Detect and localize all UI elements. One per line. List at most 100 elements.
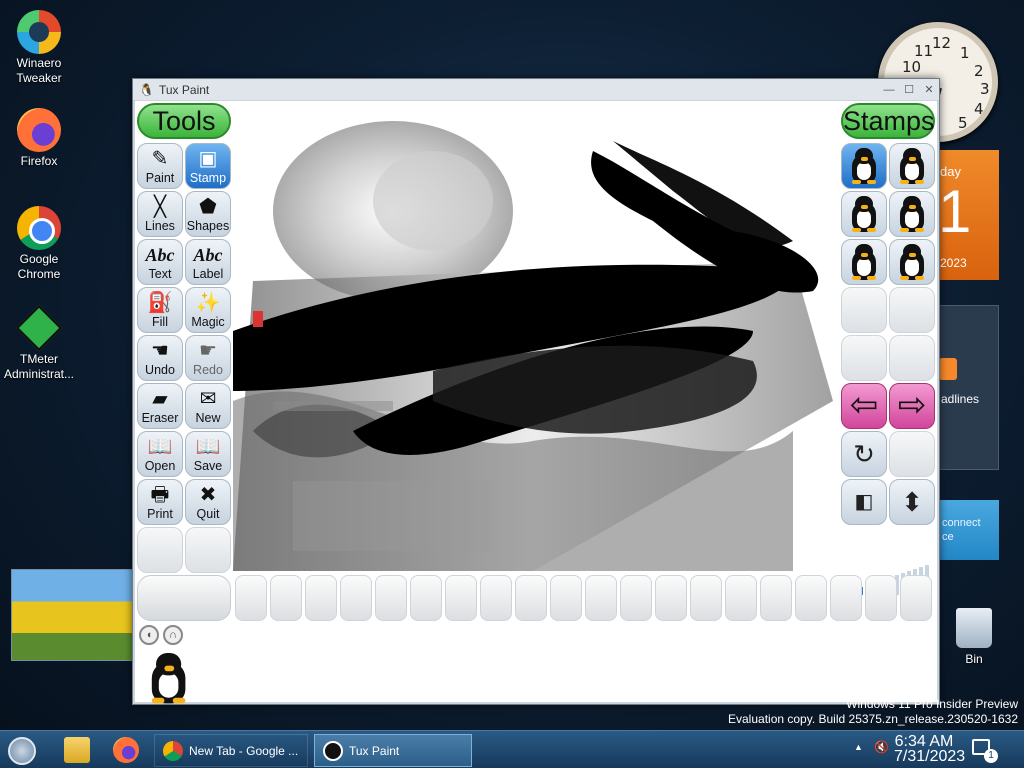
desktop-icon-recycle-bin[interactable]: Bin [935, 608, 1013, 667]
stamp-slot-empty [841, 335, 887, 381]
color-swatch[interactable] [760, 575, 792, 621]
color-swatch[interactable] [515, 575, 547, 621]
tool-paint-button[interactable]: ✎ Paint [137, 143, 183, 189]
stamp-tux-button[interactable] [841, 239, 887, 285]
desktop-icon-label: Administrat... [3, 367, 75, 381]
tool-print-button[interactable]: 🖶 Print [137, 479, 183, 525]
tray-clock[interactable]: 6:34 AM 7/31/2023 [894, 733, 966, 765]
color-swatch[interactable] [550, 575, 582, 621]
calendar-date: 1 [938, 178, 972, 245]
watermark-line: Windows 11 Pro Insider Preview [846, 697, 1018, 711]
rss-icon [939, 358, 957, 380]
undo-icon: ☚ [151, 340, 169, 362]
color-swatch[interactable] [375, 575, 407, 621]
tux-stamp-icon [850, 148, 878, 184]
stamp-flip-button[interactable]: ⬍ [889, 479, 935, 525]
desktop-icon-chrome[interactable]: Google Chrome [0, 206, 78, 282]
current-color-swatch[interactable] [137, 575, 231, 621]
tux-paint-client: Tools ✎ Paint ▣ Stamp ╳ Lines ⬟ Shapes Abc Text Ab… [135, 101, 937, 704]
tool-redo-button[interactable]: ☛ Redo [185, 335, 231, 381]
notification-count: 1 [984, 749, 998, 763]
color-swatch[interactable] [900, 575, 932, 621]
tray-overflow-chevron[interactable]: ▲ [854, 742, 863, 752]
text-icon: Abc [145, 245, 175, 265]
slideshow-gadget-tulips[interactable] [11, 569, 133, 661]
color-swatch[interactable] [865, 575, 897, 621]
firefox-pin[interactable] [113, 737, 139, 763]
stamp-tux-button[interactable] [889, 143, 935, 189]
stamp-tux-button[interactable] [841, 143, 887, 189]
tool-open-button[interactable]: 📖 Open [137, 431, 183, 477]
label-icon: Abc [193, 245, 223, 265]
tool-label: Paint [145, 171, 175, 185]
stamp-prev-button[interactable]: ⇦ [841, 383, 887, 429]
feed-headlines-gadget[interactable]: adlines [934, 305, 999, 470]
tool-undo-button[interactable]: ☚ Undo [137, 335, 183, 381]
tool-shapes-button[interactable]: ⬟ Shapes [185, 191, 231, 237]
tool-quit-button[interactable]: ✖ Quit [185, 479, 231, 525]
stamp-next-button[interactable]: ⇨ [889, 383, 935, 429]
shapes-icon: ⬟ [199, 196, 217, 218]
color-swatch[interactable] [585, 575, 617, 621]
notification-button[interactable]: 1 [972, 739, 998, 763]
window-title: Tux Paint [159, 82, 210, 97]
tool-save-button[interactable]: 📖 Save [185, 431, 231, 477]
tool-label: New [195, 411, 221, 425]
stereo-toggle-icon[interactable]: ∩ [163, 625, 183, 645]
clock-number: 4 [974, 100, 984, 118]
close-button[interactable]: ✕ [919, 83, 939, 96]
color-swatch[interactable] [725, 575, 757, 621]
volume-icon[interactable]: 🔇 [874, 740, 889, 754]
tool-text-button[interactable]: Abc Text [137, 239, 183, 285]
calendar-gadget[interactable]: day 1 2023 [934, 150, 999, 280]
stamp-tux-button[interactable] [841, 191, 887, 237]
desktop-icon-tmeter[interactable]: TMeter Administrat... [0, 304, 78, 382]
tool-label: Fill [152, 315, 168, 329]
stamp-mirror-button[interactable]: ◧ [841, 479, 887, 525]
eraser-icon: ▰ [152, 388, 168, 410]
tool-eraser-button[interactable]: ▰ Eraser [137, 383, 183, 429]
color-swatch[interactable] [410, 575, 442, 621]
start-button[interactable] [8, 737, 36, 765]
desktop-icon-winaero[interactable]: Winaero Tweaker [0, 10, 78, 86]
tux-stamp-icon [850, 196, 878, 232]
color-swatch[interactable] [340, 575, 372, 621]
tool-label: Text [148, 267, 172, 281]
task-chrome[interactable]: New Tab - Google ... [154, 734, 308, 767]
file-explorer-pin[interactable] [64, 737, 90, 763]
tool-lines-button[interactable]: ╳ Lines [137, 191, 183, 237]
window-titlebar[interactable]: 🐧 Tux Paint — ☐ ✕ [133, 79, 939, 100]
color-swatch[interactable] [690, 575, 722, 621]
color-swatch[interactable] [795, 575, 827, 621]
color-swatch[interactable] [620, 575, 652, 621]
tux-paint-window: 🐧 Tux Paint — ☐ ✕ Tools ✎ Paint ▣ Stamp ╳ Lin… [132, 78, 940, 705]
stamp-tux-button[interactable] [889, 191, 935, 237]
maximize-button[interactable]: ☐ [899, 83, 919, 96]
color-swatch[interactable] [235, 575, 267, 621]
task-tux-paint[interactable]: Tux Paint [314, 734, 472, 767]
tool-label: Save [193, 459, 223, 473]
desktop-icon-firefox[interactable]: Firefox [0, 108, 78, 169]
color-swatch[interactable] [305, 575, 337, 621]
tray-time: 6:34 AM [894, 733, 954, 750]
tool-label: Redo [193, 363, 223, 377]
color-swatch[interactable] [830, 575, 862, 621]
tool-magic-button[interactable]: ✨ Magic [185, 287, 231, 333]
minimize-button[interactable]: — [879, 84, 899, 96]
tray-date: 7/31/2023 [894, 748, 966, 765]
color-swatch[interactable] [270, 575, 302, 621]
tool-stamp-button[interactable]: ▣ Stamp [185, 143, 231, 189]
drawing-canvas[interactable] [233, 101, 839, 574]
sound-toggle-icon[interactable]: ◖ [139, 625, 159, 645]
tool-label: Eraser [141, 411, 179, 425]
stamp-rotate-button[interactable]: ↻ [841, 431, 887, 477]
color-swatch[interactable] [480, 575, 512, 621]
winaero-icon [17, 10, 61, 54]
tool-new-button[interactable]: ✉ New [185, 383, 231, 429]
stamp-tux-button[interactable] [889, 239, 935, 285]
tool-fill-button[interactable]: ⛽ Fill [137, 287, 183, 333]
color-swatch[interactable] [655, 575, 687, 621]
tool-label-button[interactable]: Abc Label [185, 239, 231, 285]
connect-gadget[interactable]: connect ce [934, 500, 999, 560]
color-swatch[interactable] [445, 575, 477, 621]
